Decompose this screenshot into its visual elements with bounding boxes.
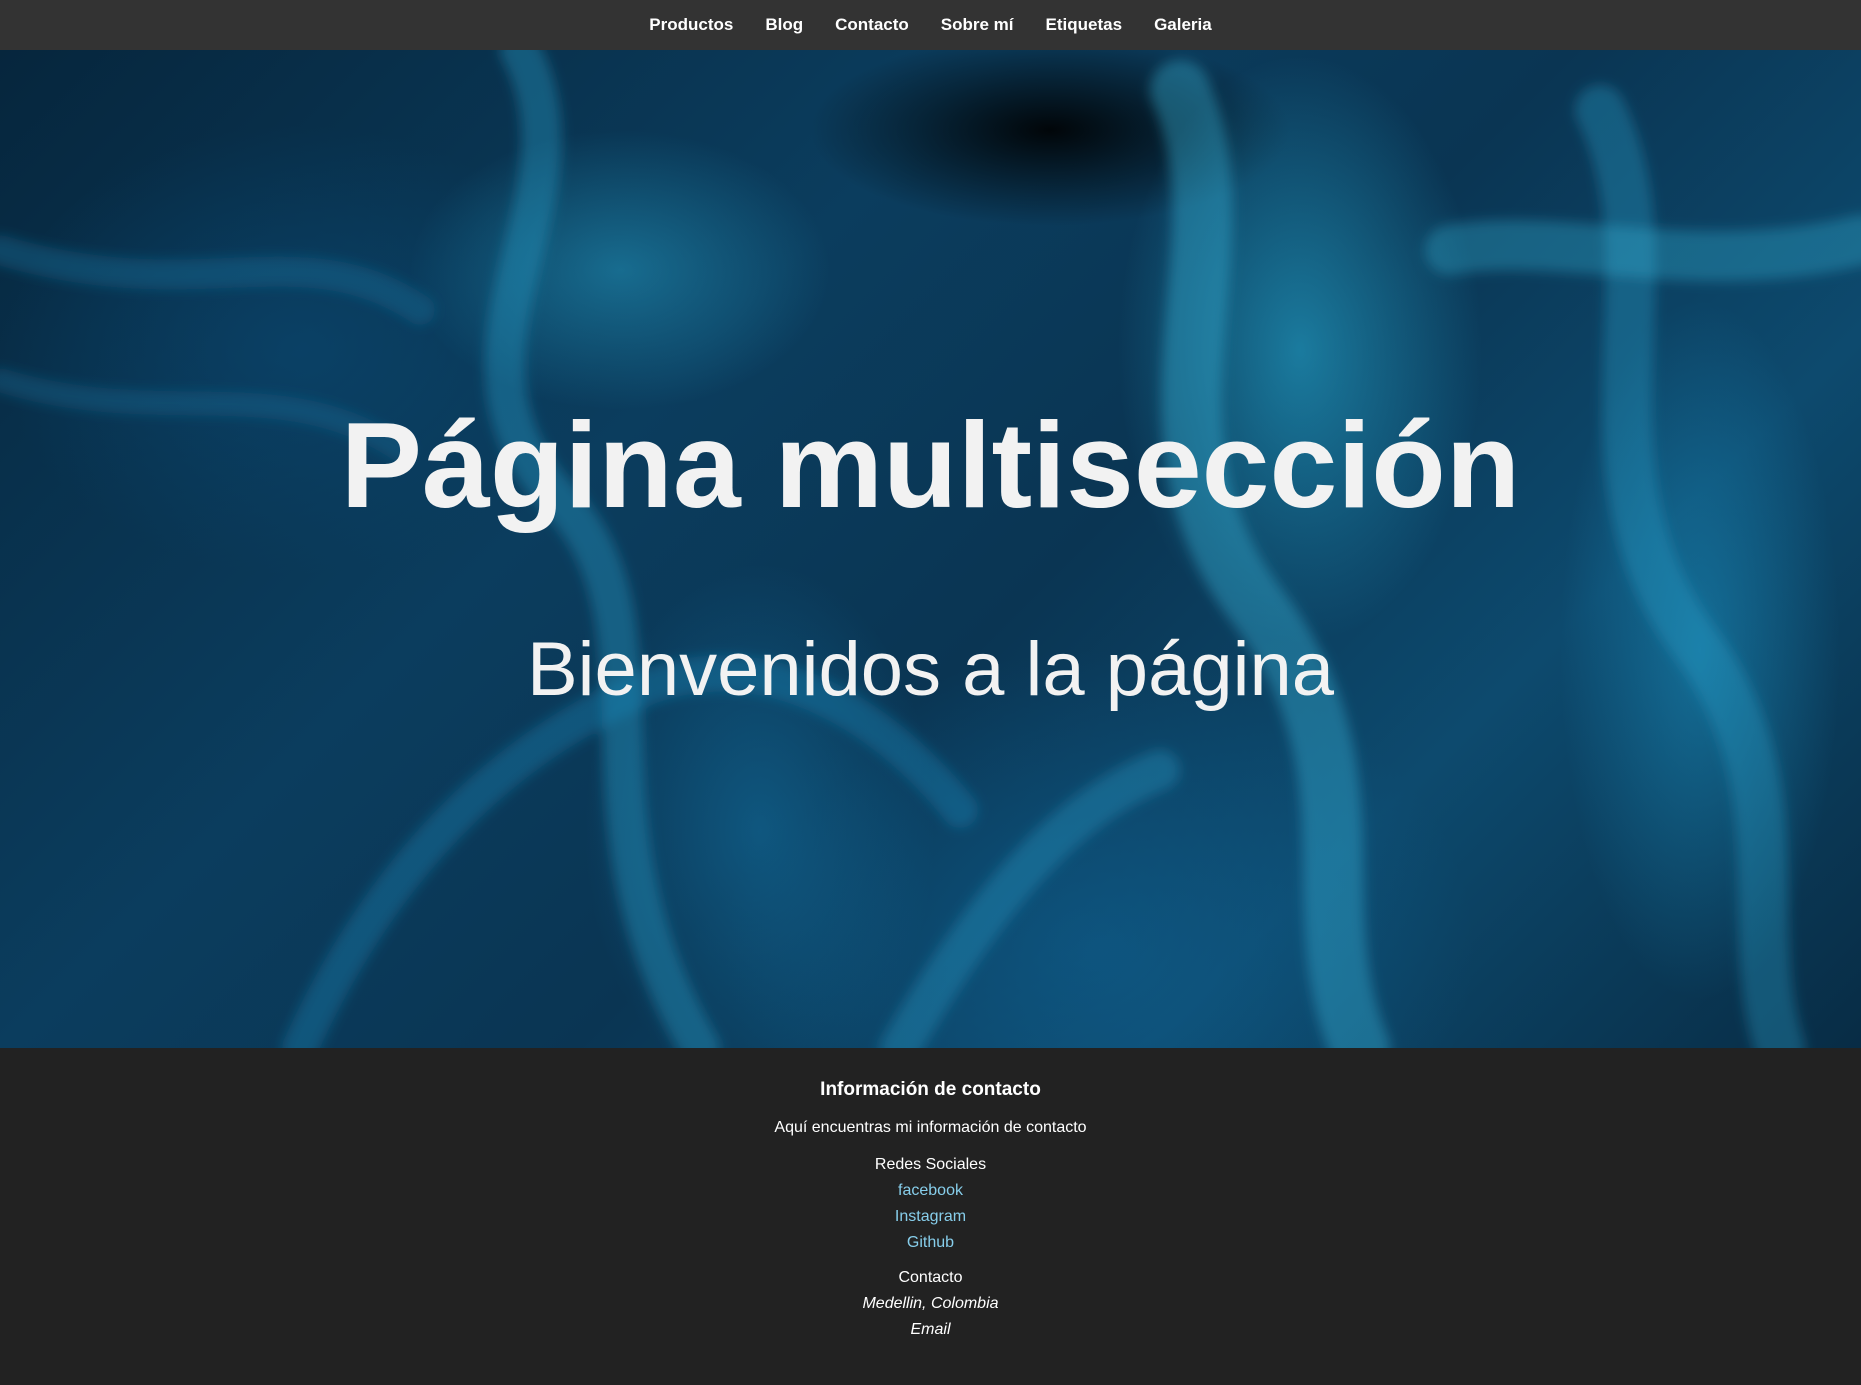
contact-footer: Información de contacto Aquí encuentras … (0, 1048, 1861, 1385)
nav-link-sobre-mi[interactable]: Sobre mí (925, 0, 1030, 50)
contact-location: Medellin, Colombia (862, 1295, 999, 1312)
github-link[interactable]: Github (0, 1230, 1861, 1256)
hero-title: Página multisección (340, 397, 1521, 533)
top-navigation: Productos Blog Contacto Sobre mí Etiquet… (0, 0, 1861, 50)
social-links-section: Redes Sociales facebook Instagram Github (0, 1152, 1861, 1256)
contact-section: Contacto Medellin, Colombia Email (0, 1265, 1861, 1343)
nav-link-productos[interactable]: Productos (633, 0, 749, 50)
facebook-link[interactable]: facebook (0, 1178, 1861, 1204)
nav-link-contacto[interactable]: Contacto (819, 0, 925, 50)
contact-email: Email (910, 1321, 951, 1338)
hero-subtitle: Bienvenidos a la página (526, 627, 1335, 712)
social-heading: Redes Sociales (874, 1156, 987, 1173)
hero-background-image (0, 50, 1861, 1048)
contact-heading: Contacto (898, 1269, 963, 1286)
nav-link-etiquetas[interactable]: Etiquetas (1030, 0, 1139, 50)
hero-section: Página multisección Bienvenidos a la pág… (0, 50, 1861, 1048)
footer-intro-text: Aquí encuentras mi información de contac… (774, 1119, 1087, 1136)
nav-link-galeria[interactable]: Galeria (1138, 0, 1228, 50)
instagram-link[interactable]: Instagram (0, 1204, 1861, 1230)
footer-heading: Información de contacto (820, 1079, 1041, 1100)
nav-link-blog[interactable]: Blog (749, 0, 819, 50)
